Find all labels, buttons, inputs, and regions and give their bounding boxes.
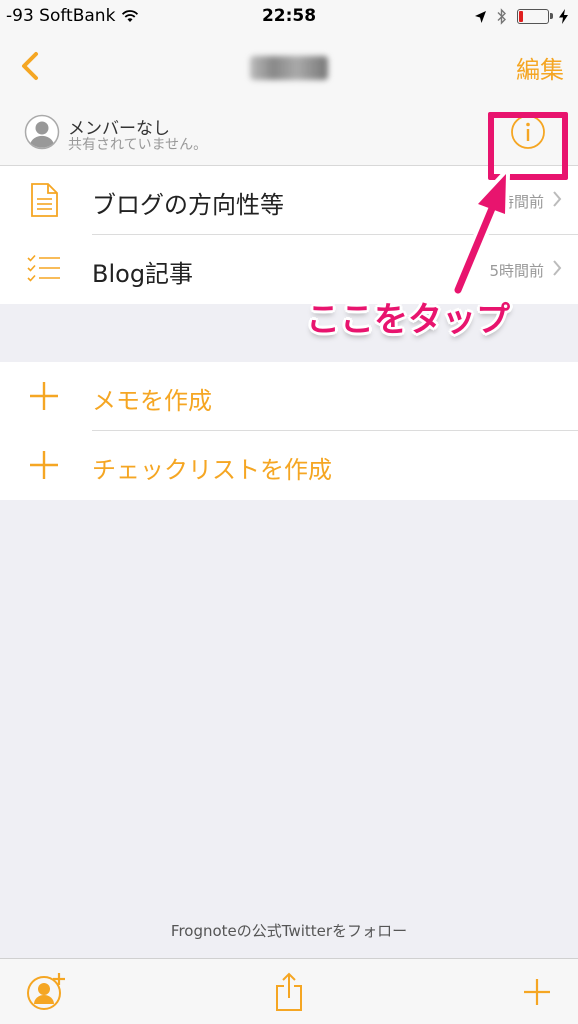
twitter-follow-link[interactable]: Frognoteの公式Twitterをフォロー <box>0 920 578 941</box>
plus-icon <box>30 451 58 479</box>
create-checklist-label: チェックリストを作成 <box>92 456 332 484</box>
plus-icon <box>524 979 550 1005</box>
status-bar: -93 SoftBank 22:58 <box>0 0 578 36</box>
charging-icon <box>559 9 568 24</box>
annotation-label: ここをタップ <box>306 300 510 340</box>
avatar-icon <box>24 114 60 150</box>
chevron-left-icon <box>22 52 38 80</box>
chevron-right-icon <box>553 191 562 207</box>
bottom-toolbar <box>0 958 578 1024</box>
note-time: 5時間前 <box>489 193 544 211</box>
create-memo-label: メモを作成 <box>92 387 212 415</box>
blurred-title <box>250 56 328 80</box>
note-title: ブログの方向性等 <box>92 191 284 219</box>
create-memo-button[interactable]: メモを作成 <box>0 362 578 431</box>
bluetooth-icon <box>497 8 506 25</box>
share-icon <box>276 972 302 1011</box>
battery-level <box>519 11 524 22</box>
plus-icon <box>30 382 58 410</box>
navigation-bar: 編集 <box>0 36 578 98</box>
back-button[interactable] <box>12 48 48 84</box>
checklist-icon <box>27 254 60 282</box>
note-title: Blog記事 <box>92 260 194 288</box>
create-actions-list: メモを作成 チェックリストを作成 <box>0 362 578 500</box>
add-button[interactable] <box>516 971 558 1013</box>
document-icon <box>31 183 58 217</box>
annotation-highlight-box <box>488 112 568 180</box>
edit-button[interactable]: 編集 <box>516 50 564 85</box>
member-subtitle: 共有されていません。 <box>68 137 208 153</box>
note-time: 5時間前 <box>489 262 544 280</box>
create-checklist-button[interactable]: チェックリストを作成 <box>0 431 578 500</box>
share-button[interactable] <box>268 971 310 1013</box>
add-person-icon <box>27 973 65 1010</box>
add-member-button[interactable] <box>26 971 68 1013</box>
location-icon <box>475 10 486 23</box>
battery-icon <box>517 9 553 24</box>
chevron-right-icon <box>553 260 562 276</box>
status-right <box>474 8 568 25</box>
notes-list: ブログの方向性等 5時間前 Blog記事 5時間前 <box>0 166 578 304</box>
